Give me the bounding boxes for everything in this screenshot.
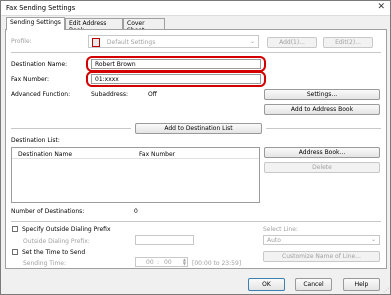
outside-dialing-prefix-checkbox-label: Specify Outside Dialing Prefix [22,226,111,233]
sending-time-minute: 00 [164,259,172,266]
destination-name-label: Destination Name: [11,61,68,68]
profile-label: Profile: [11,38,32,45]
destination-list-label: Destination List: [11,137,60,144]
divider [11,221,381,222]
profile-value: Default Settings [106,39,156,46]
title-bar: Fax Sending Settings ✕ [1,1,390,16]
tab-label: Sending Settings [10,19,61,26]
destination-list-header: Destination Name Fax Number [12,148,259,159]
customize-name-of-line-button[interactable]: Customize Name of Line... [263,251,380,262]
divider [266,128,381,129]
divider [11,128,131,129]
column-destination-name[interactable]: Destination Name [18,151,72,158]
column-fax-number[interactable]: Fax Number [139,151,175,158]
settings-button[interactable]: Settings... [264,89,380,100]
tab-cover-sheet[interactable]: Cover Sheet [123,18,165,34]
profile-add-button[interactable]: Add(1)... [267,37,317,48]
outside-dialing-prefix-checkbox[interactable] [12,226,18,232]
tab-edit-address-book[interactable]: Edit Address Book [65,18,123,34]
fax-number-highlight [86,71,266,87]
sending-time-label: Sending Time: [23,260,67,267]
fax-sending-settings-dialog: Fax Sending Settings ✕ Sending Settings … [0,0,391,295]
delete-button[interactable]: Delete [264,162,380,173]
outside-dialing-prefix-label: Outside Dialing Prefix: [23,238,90,245]
profile-icon [92,38,100,47]
advanced-function-label: Advanced Function: [11,91,71,98]
subaddress-label: Subaddress: [91,91,129,98]
chevron-down-icon: ⌄ [370,236,376,243]
spinner-icon[interactable]: ▲ ▼ [183,258,186,266]
chevron-down-icon: ⌄ [249,38,255,45]
fax-number-label: Fax Number: [11,76,50,83]
select-line-value: Auto [267,237,281,244]
ok-button[interactable]: OK [248,278,285,291]
window-title: Fax Sending Settings [6,4,76,12]
tab-sending-settings[interactable]: Sending Settings [6,17,65,30]
destination-name-highlight [86,56,266,72]
set-time-to-send-checkbox[interactable] [12,249,18,255]
outside-dialing-prefix-input[interactable] [135,235,194,245]
close-icon[interactable]: ✕ [377,2,385,13]
profile-select[interactable]: Default Settings ⌄ [88,35,259,48]
divider [11,52,381,53]
subaddress-value: Off [148,91,157,98]
resize-grip-icon[interactable]: ⋰ [383,287,389,294]
sending-time-input[interactable]: 00 : 00 ▲ ▼ [135,257,188,267]
select-line-label: Select Line: [263,226,298,233]
select-line-dropdown[interactable]: Auto ⌄ [263,235,380,245]
add-to-destination-list-button[interactable]: Add to Destination List [135,123,262,134]
cancel-button[interactable]: Cancel [295,278,332,291]
address-book-button[interactable]: Address Book... [264,147,380,158]
number-of-destinations-label: Number of Destinations: [11,208,85,215]
destination-list[interactable]: Destination Name Fax Number [11,147,260,203]
time-separator: : [157,259,160,266]
help-button[interactable]: Help [343,278,380,291]
sending-time-hour: 00 [146,259,154,266]
set-time-to-send-checkbox-label: Set the Time to Send [22,249,86,256]
profile-edit-button[interactable]: Edit(2)... [323,37,373,48]
number-of-destinations-value: 0 [134,208,138,215]
add-to-address-book-button[interactable]: Add to Address Book [264,104,380,115]
sending-time-range-hint: [00:00 to 23:59] [192,260,242,267]
